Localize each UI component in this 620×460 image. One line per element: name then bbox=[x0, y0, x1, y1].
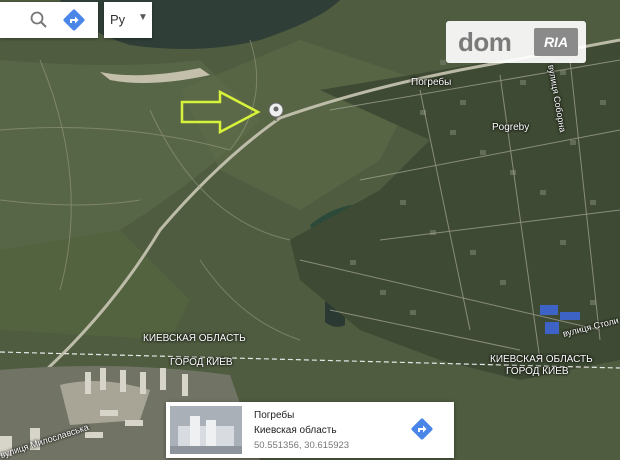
search-icon[interactable] bbox=[28, 9, 50, 31]
building-icon bbox=[170, 406, 242, 454]
language-value: Ру bbox=[110, 12, 126, 27]
place-label-pogreby-ru: Погребы bbox=[411, 77, 452, 88]
border-label-city-right: ГОРОД КИЕВ bbox=[506, 366, 569, 377]
place-label-pogreby-en: Pogreby bbox=[492, 122, 530, 133]
place-card[interactable]: Погребы Киевская область 50.551356, 30.6… bbox=[166, 402, 454, 458]
search-box[interactable] bbox=[0, 2, 98, 38]
language-select[interactable]: Ру ▼ bbox=[104, 2, 152, 38]
border-label-oblast-left: КИЕВСКАЯ ОБЛАСТЬ bbox=[143, 333, 246, 344]
place-thumbnail[interactable] bbox=[170, 406, 242, 454]
place-coordinates: 50.551356, 30.615923 bbox=[254, 440, 350, 451]
place-title: Погребы bbox=[254, 410, 295, 421]
place-region: Киевская область bbox=[254, 425, 337, 436]
dom-ria-logo: dom RIA bbox=[446, 21, 586, 63]
logo-ria-badge: RIA bbox=[534, 28, 578, 56]
border-label-city-left: ГОРОД КИЕВ bbox=[170, 357, 233, 368]
chevron-down-icon: ▼ bbox=[138, 12, 148, 23]
directions-icon[interactable] bbox=[62, 8, 86, 32]
satellite-map[interactable] bbox=[0, 0, 620, 460]
logo-dom-text: dom bbox=[458, 27, 512, 57]
border-label-oblast-right: КИЕВСКАЯ ОБЛАСТЬ bbox=[490, 354, 593, 365]
directions-icon[interactable] bbox=[410, 417, 434, 441]
